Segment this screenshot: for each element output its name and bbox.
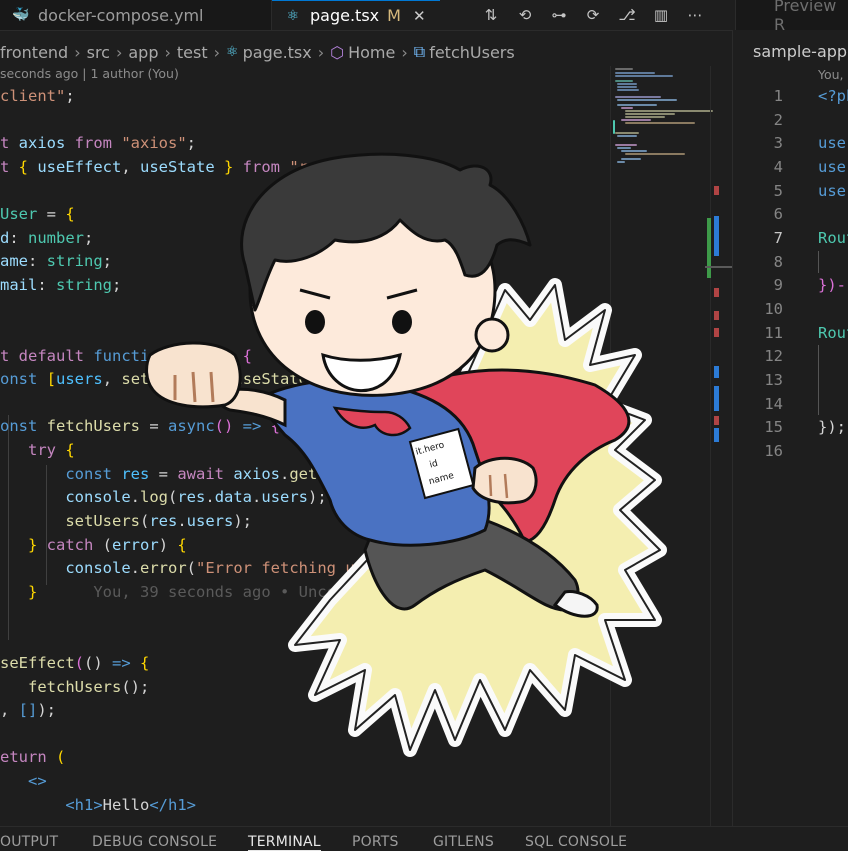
code-line: fetchUsers(); [28, 678, 150, 696]
code-line: 13 [764, 371, 783, 389]
tab-label: page.tsx [310, 6, 380, 25]
code-line: 5 use [773, 182, 846, 200]
panel-tab-bar: OUTPUT DEBUG CONSOLE TERMINAL PORTS GITL… [0, 826, 848, 851]
code-line: setUsers(res.users); [65, 512, 253, 530]
breadcrumb-item-test[interactable]: test [177, 43, 208, 62]
commit-node-icon[interactable]: ⊶ [548, 4, 570, 26]
split-editor-icon[interactable]: ▥ [650, 4, 672, 26]
code-line: 9})- [773, 276, 846, 294]
chevron-right-icon: › [213, 42, 221, 62]
code-line: 11Rout [764, 324, 848, 342]
react-icon: ⚛ [286, 7, 300, 24]
code-line: onst fetchUsers = async() => { [0, 417, 281, 435]
inline-blame: You, 39 seconds ago • Uncommitted [93, 583, 402, 601]
tab-docker-compose[interactable]: 🐳 docker-compose.yml [0, 0, 272, 30]
code-line: const res = await axios.get("http://loca… [65, 465, 607, 483]
method-icon: ⧉ [413, 42, 426, 61]
tab-preview[interactable]: Preview R [735, 0, 848, 34]
editor-actions: ⇅ ⟲ ⊶ ⟳ ⎇ ▥ ⋯ [480, 0, 706, 30]
breadcrumb-item-app[interactable]: app [128, 43, 158, 62]
code-line: User = { [0, 205, 75, 223]
compare-changes-icon[interactable]: ⇅ [480, 4, 502, 26]
breadcrumb-item-method[interactable]: fetchUsers [429, 43, 515, 62]
code-line: 6 [773, 205, 783, 223]
code-line: 8 [773, 253, 783, 271]
code-line: console.log(res.data.users); [65, 488, 327, 506]
code-line: 14 [764, 395, 783, 413]
docker-icon: 🐳 [12, 7, 30, 23]
secondary-tab-title[interactable]: sample-app [753, 42, 847, 61]
code-line: seEffect(() => { [0, 654, 150, 672]
previous-change-icon[interactable]: ⟲ [514, 4, 536, 26]
tab-label: Preview R [774, 0, 837, 34]
overview-ruler[interactable] [705, 66, 733, 826]
codelens-blame[interactable]: You, [818, 67, 844, 82]
code-line: t default function Home() { [0, 347, 252, 365]
code-line: t { useEffect, useState } from "react"; [0, 158, 365, 176]
chevron-right-icon: › [317, 42, 325, 62]
code-editor[interactable]: client"; t axios from "axios"; t { useEf… [0, 85, 610, 815]
code-line: 2 [773, 111, 783, 129]
secondary-editor[interactable]: sample-app You, 1<?ph 2 3use 4use 5use 6… [732, 30, 848, 828]
breadcrumb-item-file[interactable]: page.tsx [243, 43, 312, 62]
indent-guide [818, 345, 819, 415]
code-line: } catch (error) { [28, 536, 187, 554]
code-line: , []); [0, 701, 57, 719]
component-cube-icon: ⬡ [330, 42, 345, 62]
code-line: d: number; [0, 229, 94, 247]
code-line: ame: string; [0, 252, 113, 270]
code-line: <h1>Hello</h1> [65, 796, 196, 814]
next-change-icon[interactable]: ⟳ [582, 4, 604, 26]
code-line: client"; [0, 87, 75, 105]
chevron-right-icon: › [74, 42, 81, 62]
code-line: eturn ( [0, 748, 66, 766]
code-line: 3 use [773, 134, 846, 152]
breadcrumb: frontend › src › app › test › ⚛ page.tsx › ⬡ Ho… [0, 40, 610, 64]
chevron-right-icon: › [164, 42, 171, 62]
code-line: 10 [764, 300, 783, 318]
tab-label: docker-compose.yml [38, 5, 204, 25]
indent-guide [818, 251, 819, 273]
close-icon[interactable]: ✕ [413, 7, 426, 25]
tab-terminal[interactable]: TERMINAL [248, 834, 321, 851]
code-line: 4 use [773, 158, 846, 176]
code-line: try { [28, 441, 75, 459]
codelens-blame[interactable]: seconds ago | 1 author (You) [0, 66, 179, 81]
modified-indicator: M [387, 6, 401, 25]
tab-page-tsx[interactable]: ⚛ page.tsx M ✕ [272, 0, 440, 30]
code-line-current: 7Rout [773, 229, 848, 247]
git-graph-icon[interactable]: ⎇ [616, 4, 638, 26]
chevron-right-icon: › [115, 42, 123, 62]
code-line: <> [28, 772, 47, 790]
code-line: mail: string; [0, 276, 122, 294]
code-line: 12 [764, 347, 783, 365]
code-line-current: } You, 39 seconds ago • Uncommitted [28, 583, 402, 601]
more-actions-icon[interactable]: ⋯ [684, 4, 706, 26]
react-icon: ⚛ [226, 44, 239, 60]
code-line: 16 [764, 442, 783, 460]
minimap[interactable] [610, 66, 713, 826]
code-line: onst [users, setUsers] = useState<User[]… [0, 370, 430, 388]
editor-tab-bar: 🐳 docker-compose.yml ⚛ page.tsx M ✕ ⇅ ⟲ … [0, 0, 848, 34]
chevron-right-icon: › [401, 42, 408, 62]
code-line: t axios from "axios"; [0, 134, 197, 152]
code-line: console.error("Error fetching users:", e… [65, 559, 495, 577]
breadcrumb-item-src[interactable]: src [87, 43, 110, 62]
code-line: 15}); [764, 418, 846, 436]
code-line: 1<?ph [773, 87, 848, 105]
breadcrumb-item-symbol[interactable]: Home [348, 43, 395, 62]
breadcrumb-item-frontend[interactable]: frontend [0, 43, 68, 62]
